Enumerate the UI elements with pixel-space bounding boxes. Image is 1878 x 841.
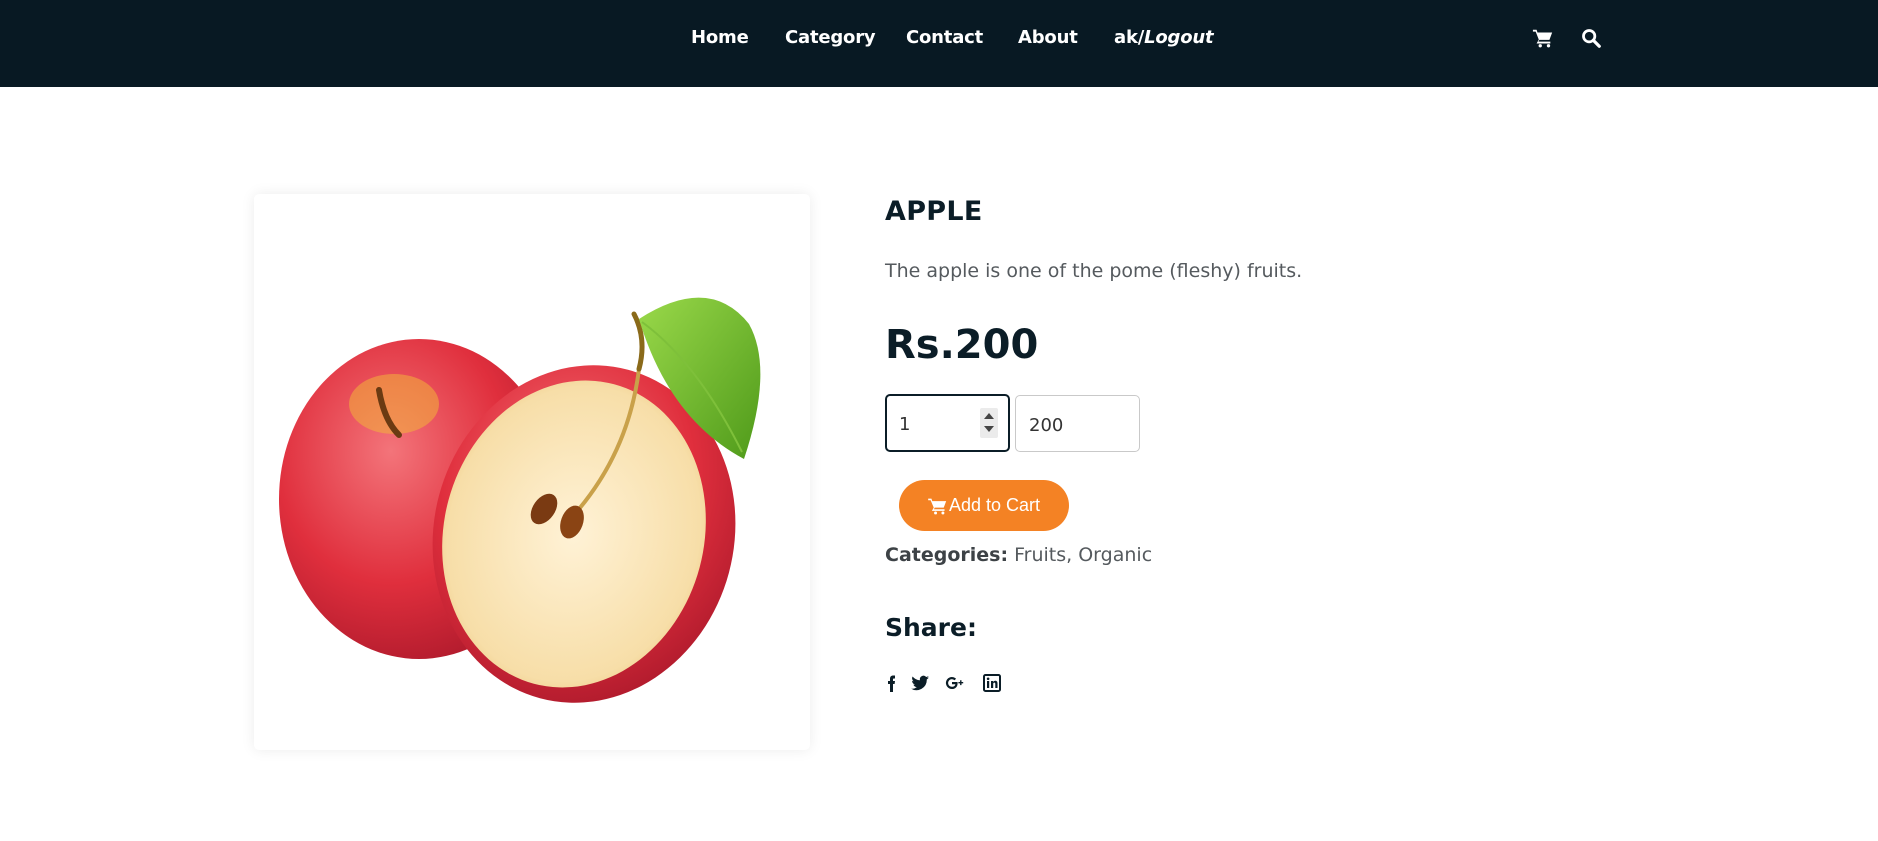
add-to-cart-button[interactable]: Add to Cart (899, 480, 1069, 531)
stepper-arrows[interactable] (980, 408, 998, 438)
nav-about[interactable]: About (1018, 27, 1078, 48)
product-description: The apple is one of the pome (fleshy) fr… (885, 260, 1303, 282)
total-field[interactable] (1015, 395, 1140, 452)
nav-user-logout[interactable]: ak/Logout (1114, 27, 1214, 48)
username: ak/ (1114, 27, 1145, 48)
google-plus-icon[interactable] (945, 673, 965, 693)
twitter-icon[interactable] (910, 673, 930, 693)
product-title: APPLE (885, 196, 983, 227)
nav-home[interactable]: Home (691, 27, 749, 48)
search-icon[interactable] (1580, 27, 1602, 49)
product-categories: Categories: Fruits, Organic (885, 544, 1152, 566)
quantity-input[interactable] (897, 410, 971, 438)
logout-link[interactable]: Logout (1144, 27, 1214, 48)
nav-category[interactable]: Category (785, 27, 876, 48)
apple-image (279, 297, 761, 703)
cart-icon (928, 498, 947, 514)
product-image-card (254, 194, 810, 750)
add-to-cart-label: Add to Cart (948, 495, 1041, 515)
categories-label: Categories: (885, 544, 1009, 566)
categories-value[interactable]: Fruits, Organic (1014, 544, 1152, 566)
stepper-up-icon[interactable] (984, 413, 994, 419)
linkedin-icon[interactable] (982, 673, 1002, 693)
total-input[interactable] (1027, 411, 1131, 439)
cart-icon[interactable] (1532, 27, 1554, 49)
share-title: Share: (885, 613, 977, 642)
product-price: Rs.200 (885, 322, 1039, 368)
stepper-down-icon[interactable] (984, 426, 994, 432)
top-navbar: Home Category Contact About ak/Logout (0, 0, 1878, 87)
nav-contact[interactable]: Contact (906, 27, 983, 48)
facebook-icon[interactable] (883, 673, 903, 693)
quantity-stepper[interactable] (885, 394, 1010, 452)
